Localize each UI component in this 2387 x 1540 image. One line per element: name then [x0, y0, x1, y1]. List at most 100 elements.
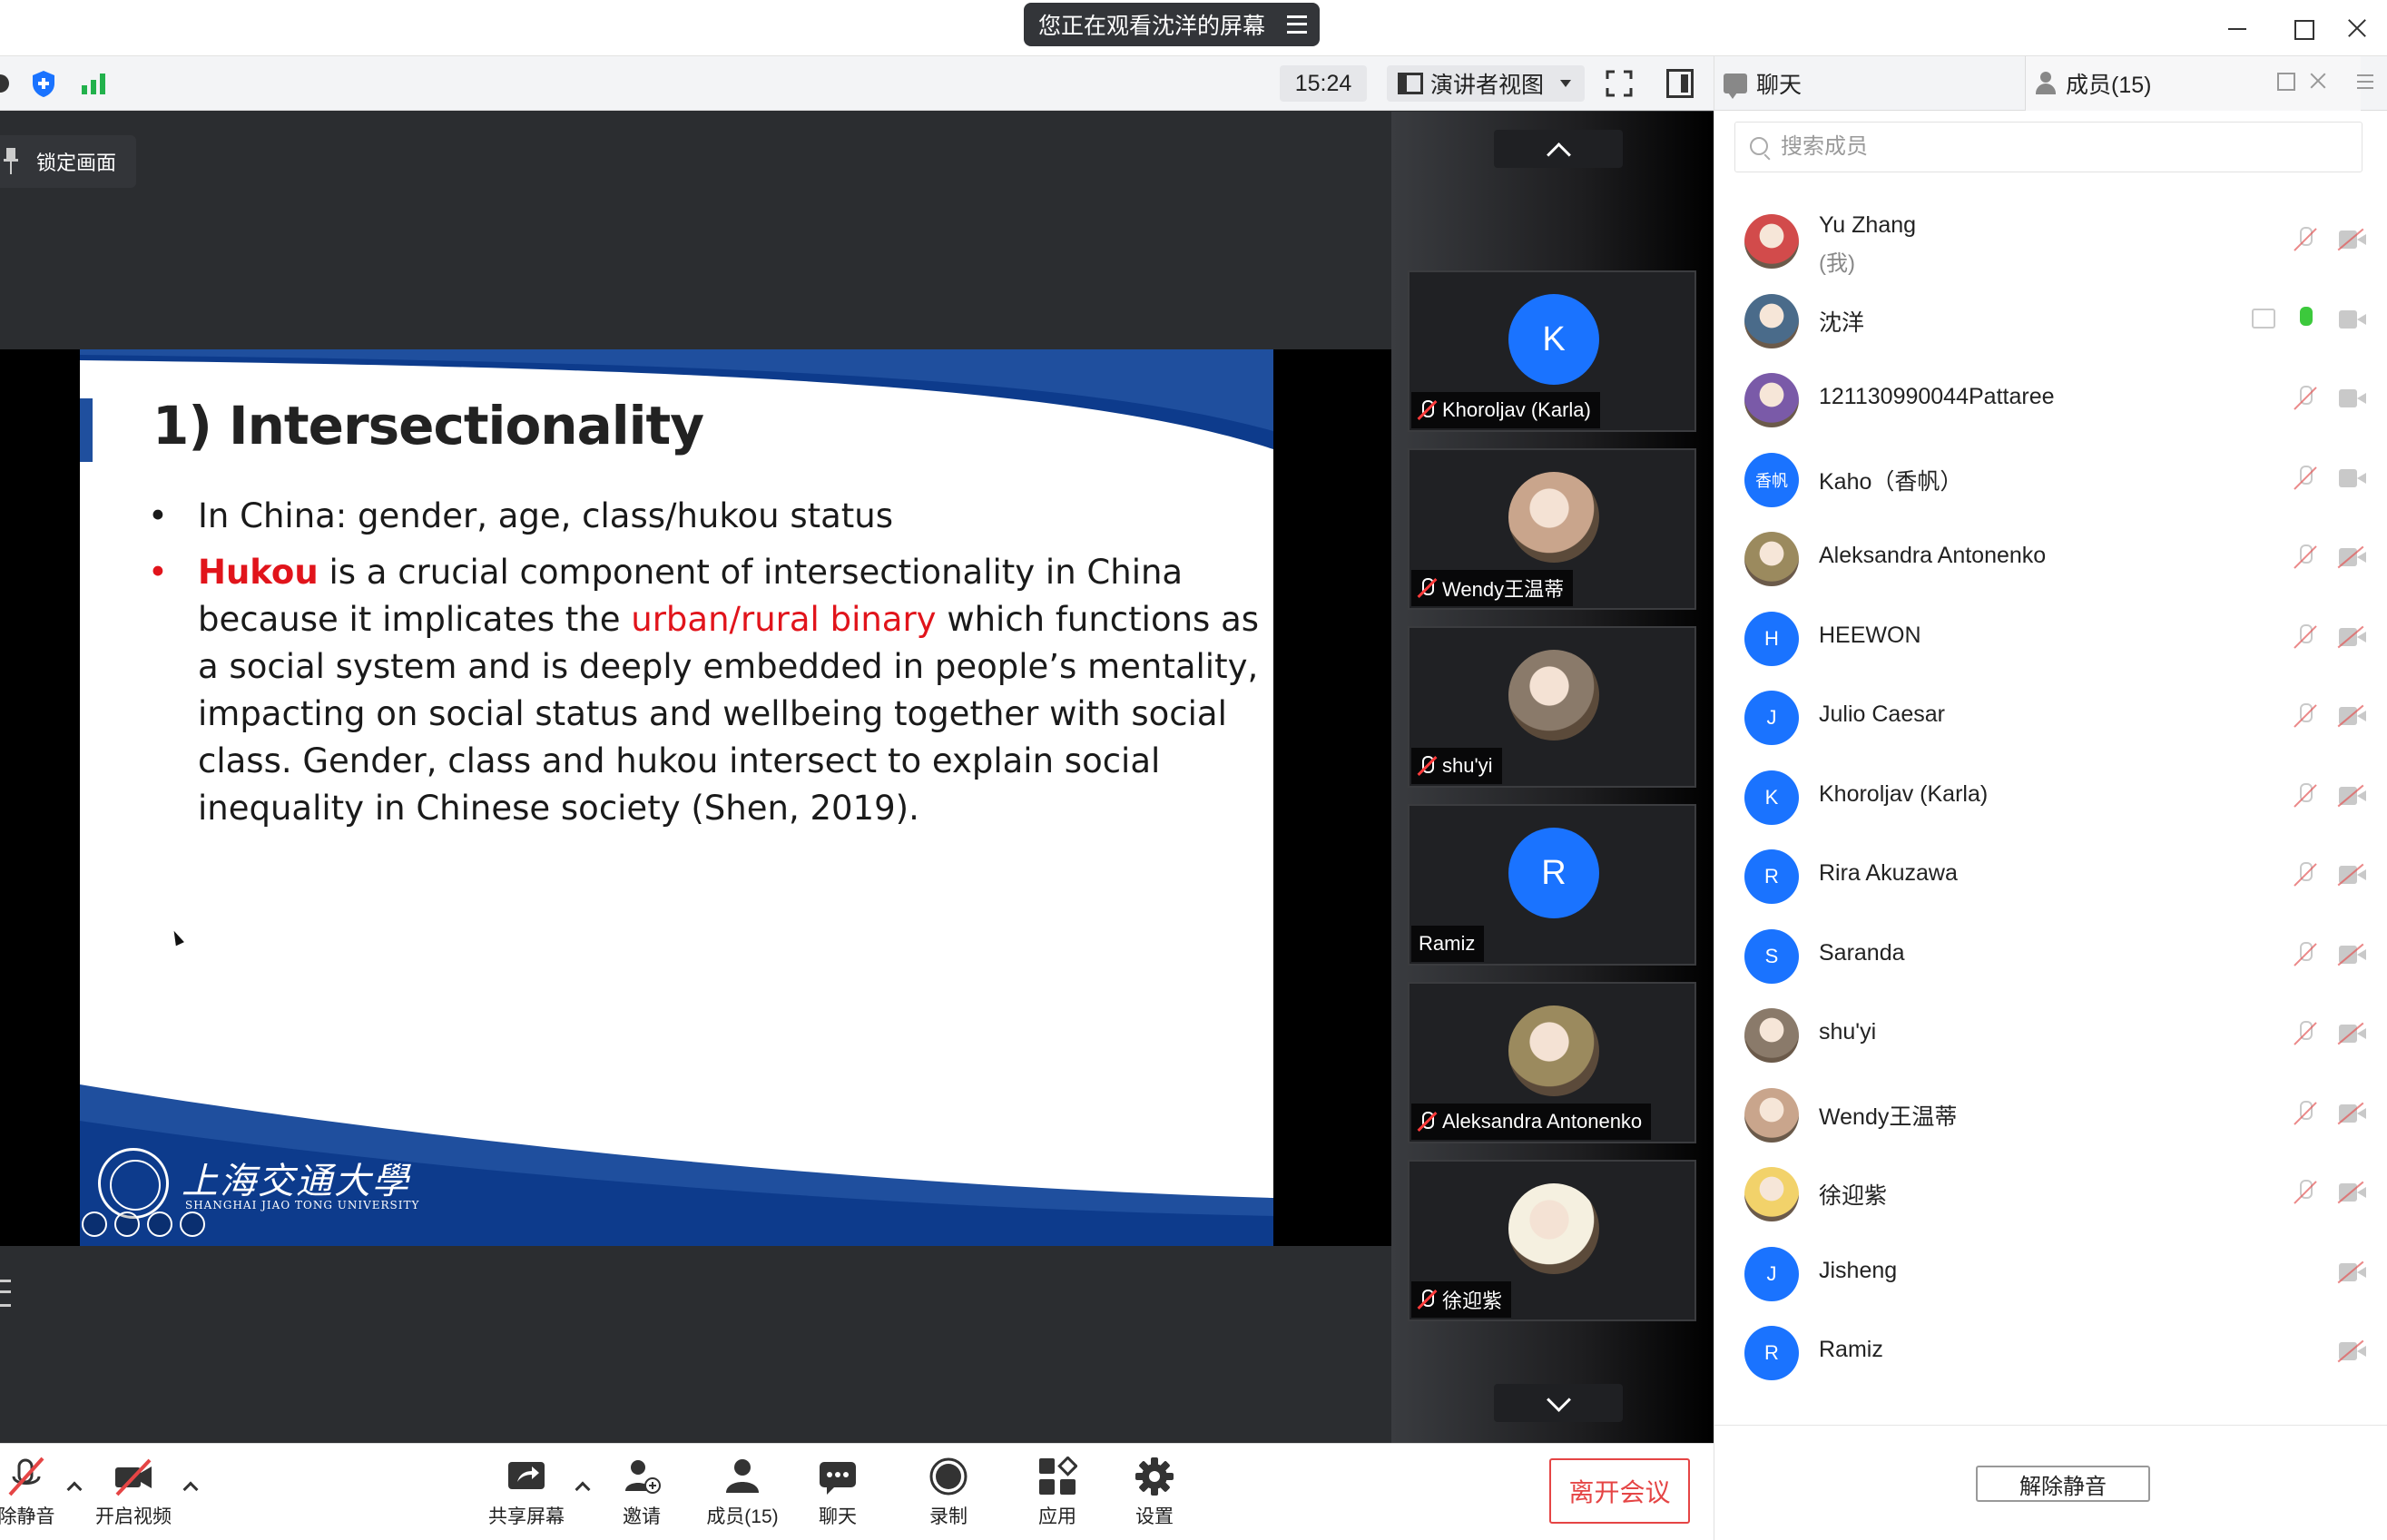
avatar: 香帆	[1744, 452, 1799, 507]
video-tile[interactable]: 徐迎紫	[1408, 1160, 1696, 1321]
mic-muted-icon[interactable]	[2295, 544, 2315, 572]
camera-off-icon[interactable]	[2337, 228, 2366, 251]
mic-muted-icon[interactable]	[2295, 623, 2315, 652]
member-row[interactable]: Wendy王温蒂	[1714, 1075, 2387, 1155]
video-tile[interactable]: Aleksandra Antonenko	[1408, 982, 1696, 1143]
member-row[interactable]: 徐迎紫	[1714, 1154, 2387, 1234]
video-tile[interactable]: Wendy王温蒂	[1408, 448, 1696, 610]
invite-button[interactable]: 邀请	[610, 1457, 673, 1533]
mic-muted-icon[interactable]	[2295, 227, 2315, 254]
share-options-chevron[interactable]	[575, 1481, 591, 1497]
audio-options-chevron[interactable]	[66, 1481, 83, 1497]
member-row[interactable]: R Ramiz	[1714, 1313, 2387, 1393]
toggle-panel-icon[interactable]	[1666, 69, 1694, 98]
popout-icon[interactable]	[2277, 73, 2295, 91]
camera-off-icon[interactable]	[2337, 1260, 2366, 1283]
member-row[interactable]: R Rira Akuzawa	[1714, 837, 2387, 917]
member-search[interactable]	[1734, 122, 2362, 172]
menu-icon[interactable]	[1287, 15, 1307, 34]
search-input[interactable]	[1781, 134, 2325, 160]
member-row[interactable]: 沈洋	[1714, 281, 2387, 361]
mic-muted-icon[interactable]	[2295, 1021, 2315, 1048]
camera-off-slash	[2337, 943, 2364, 966]
unmute-button[interactable]: 除静音	[0, 1457, 58, 1533]
camera-off-icon[interactable]	[2337, 1181, 2366, 1204]
member-name: Jisheng	[1819, 1257, 1898, 1283]
camera-off-icon[interactable]	[2337, 943, 2366, 966]
chat-button[interactable]: 聊天	[806, 1457, 869, 1533]
mic-muted-icon[interactable]	[2295, 1100, 2315, 1128]
member-row[interactable]: 121130990044Pattaree	[1714, 360, 2387, 440]
camera-off-icon[interactable]	[2337, 704, 2366, 728]
mic-muted-icon[interactable]	[2295, 941, 2315, 969]
apps-button[interactable]: 应用	[1026, 1457, 1089, 1533]
participant-name: 徐迎紫	[1442, 1290, 1503, 1312]
video-options-chevron[interactable]	[182, 1481, 199, 1497]
avatar: S	[1744, 928, 1799, 984]
mic-muted-icon[interactable]	[2295, 703, 2315, 731]
members-button[interactable]: 成员(15)	[699, 1457, 786, 1533]
fullscreen-icon[interactable]	[1605, 69, 1634, 98]
settings-button[interactable]: 设置	[1123, 1457, 1186, 1533]
share-screen-icon	[508, 1462, 545, 1489]
lock-screen-label: 锁定画面	[36, 152, 117, 174]
video-tile[interactable]: K Khoroljav (Karla)	[1408, 270, 1696, 432]
video-tile[interactable]: shu'yi	[1408, 626, 1696, 788]
share-screen-button[interactable]: 共享屏幕	[486, 1457, 567, 1533]
camera-off-icon[interactable]	[2337, 1022, 2366, 1045]
info-icon[interactable]	[0, 69, 15, 98]
member-row[interactable]: 香帆 Kaho（香帆）	[1714, 440, 2387, 520]
member-row[interactable]: K Khoroljav (Karla)	[1714, 758, 2387, 838]
camera-off-icon[interactable]	[2337, 625, 2366, 648]
camera-off-icon[interactable]	[2337, 784, 2366, 807]
gallery-scroll-down[interactable]	[1494, 1384, 1623, 1422]
camera-off-icon[interactable]	[2337, 545, 2366, 569]
record-button[interactable]: 录制	[917, 1457, 980, 1533]
mic-muted-icon[interactable]	[2295, 1180, 2315, 1207]
camera-icon[interactable]	[2339, 468, 2366, 487]
network-signal-icon[interactable]	[78, 69, 109, 98]
view-mode-dropdown[interactable]: 演讲者视图	[1387, 65, 1585, 102]
member-row[interactable]: J Jisheng	[1714, 1234, 2387, 1314]
video-tile[interactable]: R Ramiz	[1408, 804, 1696, 966]
member-name: Saranda	[1819, 939, 1905, 966]
member-row[interactable]: H HEEWON	[1714, 599, 2387, 679]
camera-off-slash	[2337, 1181, 2364, 1204]
camera-icon[interactable]	[2339, 309, 2366, 329]
unmute-all-button[interactable]: 解除静音	[1976, 1466, 2150, 1502]
camera-off-icon[interactable]	[2337, 1339, 2366, 1363]
close-panel-icon[interactable]	[2306, 69, 2330, 93]
mic-muted-icon[interactable]	[2295, 782, 2315, 810]
member-name: Wendy王温蒂	[1819, 1104, 1958, 1130]
mic-muted-icon[interactable]	[2295, 386, 2315, 413]
sharing-banner[interactable]: 您正在观看沈洋的屏幕	[1024, 3, 1320, 46]
lock-screen-button[interactable]: 锁定画面	[0, 135, 136, 188]
mic-muted-icon[interactable]	[2295, 465, 2315, 493]
mic-muted-icon[interactable]	[2295, 862, 2315, 889]
mic-on-icon[interactable]	[2295, 306, 2315, 334]
camera-off-icon[interactable]	[2337, 863, 2366, 887]
minimize-button[interactable]	[2222, 13, 2253, 44]
panel-menu-icon[interactable]	[2357, 74, 2373, 89]
member-row[interactable]: Aleksandra Antonenko	[1714, 519, 2387, 599]
leave-meeting-button[interactable]: 离开会议	[1549, 1458, 1690, 1524]
maximize-button[interactable]	[2287, 13, 2318, 44]
more-icon[interactable]	[147, 1211, 172, 1237]
side-menu-icon[interactable]	[0, 1280, 11, 1307]
close-window-button[interactable]	[2342, 13, 2372, 44]
security-shield-icon[interactable]	[29, 69, 58, 98]
member-row[interactable]: S Saranda	[1714, 917, 2387, 996]
next-slide-icon[interactable]	[180, 1211, 205, 1237]
member-self-tag: (我)	[1819, 251, 1855, 276]
pen-icon[interactable]	[114, 1211, 140, 1237]
prev-slide-icon[interactable]	[82, 1211, 107, 1237]
member-row[interactable]: Yu Zhang (我)	[1714, 201, 2387, 281]
gallery-scroll-up[interactable]	[1494, 130, 1623, 168]
start-video-button[interactable]: 开启视频	[93, 1457, 174, 1533]
participant-name-tag: Khoroljav (Karla)	[1411, 392, 1600, 428]
member-row[interactable]: J Julio Caesar	[1714, 678, 2387, 758]
tab-chat[interactable]: 聊天	[1724, 56, 2023, 111]
camera-off-icon[interactable]	[2337, 1102, 2366, 1124]
camera-icon[interactable]	[2339, 389, 2366, 407]
member-row[interactable]: shu'yi	[1714, 996, 2387, 1075]
